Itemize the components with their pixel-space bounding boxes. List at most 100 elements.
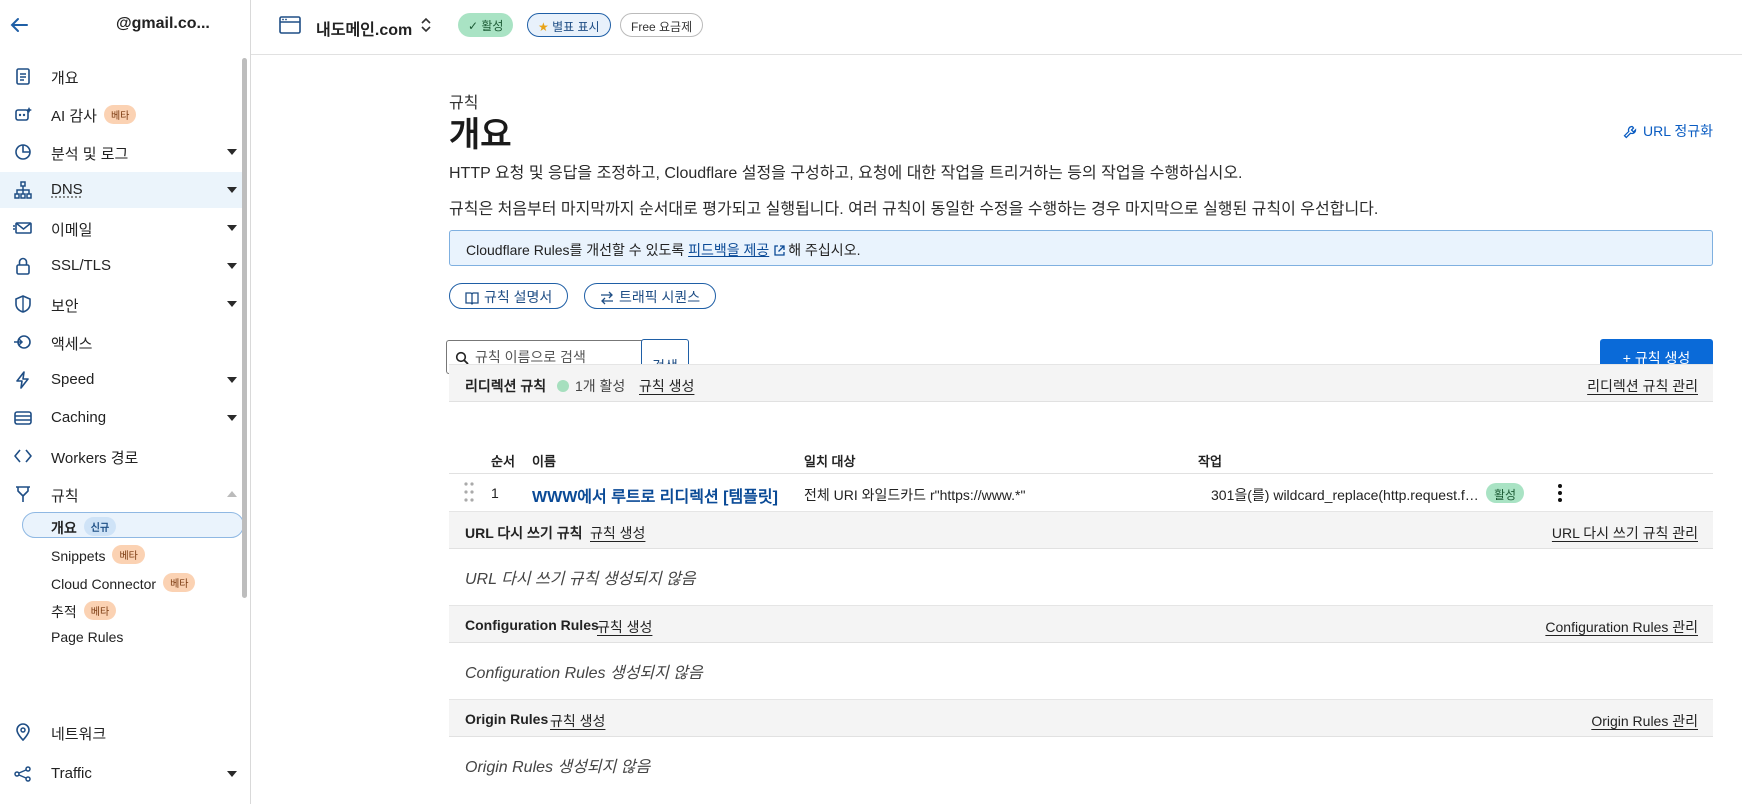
active-count-text: 1개 활성 [575, 378, 626, 394]
create-rule-link[interactable]: 규칙 생성 [590, 523, 645, 543]
traffic-icon [13, 764, 33, 784]
beta-badge: 베타 [83, 601, 117, 620]
sidebar-item-label: DNS [51, 181, 83, 198]
sidebar-item-analytics[interactable]: 분석 및 로그 [0, 134, 243, 170]
swap-icon [601, 291, 613, 305]
rules-sub-tracking[interactable]: 추적 베타 [22, 596, 244, 622]
drag-handle-icon[interactable] [463, 481, 475, 503]
chevron-up-icon [227, 491, 237, 497]
description-1: HTTP 요청 및 응답을 조정하고, Cloudflare 설정을 구성하고,… [449, 165, 1243, 182]
rule-name-link[interactable]: WWW에서 루트로 리디렉션 [템플릿] [532, 483, 778, 507]
table-row[interactable]: 1 WWW에서 루트로 리디렉션 [템플릿] 전체 URI 와일드카드 r"ht… [449, 475, 1713, 511]
configuration-rules-header: Configuration Rules 규칙 생성 Configuration … [449, 605, 1713, 643]
chevron-up-down-icon[interactable] [419, 15, 433, 35]
redirect-rules-header: 리디렉션 규칙 1개 활성 규칙 생성 리디렉션 규칙 관리 [449, 364, 1713, 402]
feedback-text: Cloudflare Rules를 개선할 수 있도록 [466, 242, 689, 258]
sub-item-label: Snippets [51, 548, 106, 564]
sub-item-label: 개요 [51, 520, 77, 536]
browser-window-icon [279, 15, 301, 35]
sidebar-item-speed[interactable]: Speed [0, 362, 243, 398]
chevron-down-icon [227, 301, 237, 307]
rules-sub-cloud-connector[interactable]: Cloud Connector 베타 [22, 568, 244, 594]
rules-sub-page-rules[interactable]: Page Rules [22, 624, 244, 650]
empty-message: Origin Rules 생성되지 않음 [465, 759, 651, 776]
database-icon [13, 408, 33, 428]
sidebar-item-caching[interactable]: Caching [0, 400, 243, 436]
col-order: 순서 [491, 454, 515, 469]
col-action: 작업 [1198, 454, 1222, 469]
chart-pie-icon [13, 142, 33, 162]
star-label: 별표 표시 [552, 20, 600, 34]
chevron-down-icon [227, 263, 237, 269]
sidebar-item-rules[interactable]: 규칙 [0, 476, 243, 512]
sidebar-item-workers-routes[interactable]: Workers 경로 [0, 438, 243, 474]
sidebar-item-dns[interactable]: DNS [0, 172, 243, 208]
sidebar-item-ai-audit[interactable]: AI 감사 베타 [0, 96, 243, 132]
code-brackets-icon [13, 446, 33, 466]
plan-badge[interactable]: Free 요금제 [620, 13, 704, 37]
domain-name[interactable]: 내도메인.com [316, 16, 412, 40]
origin-rules-header: Origin Rules 규칙 생성 Origin Rules 관리 [449, 699, 1713, 737]
chevron-down-icon [227, 187, 237, 193]
traffic-sequence-label: 트래픽 시퀀스 [619, 289, 701, 305]
create-rule-link[interactable]: 규칙 생성 [597, 617, 652, 637]
url-normalization-link[interactable]: URL 정규화 [1623, 121, 1713, 141]
sidebar-item-label: Speed [51, 371, 95, 388]
sidebar-item-traffic[interactable]: Traffic [0, 756, 243, 792]
account-name[interactable]: @gmail.co... [116, 15, 210, 33]
main-content: 규칙 개요 URL 정규화 HTTP 요청 및 응답을 조정하고, Cloudf… [446, 55, 1713, 804]
feedback-banner: Cloudflare Rules를 개선할 수 있도록 피드백을 제공 해 주십시… [449, 230, 1713, 266]
chevron-down-icon [227, 415, 237, 421]
beta-badge: 베타 [112, 545, 145, 564]
sidebar-item-overview[interactable]: 개요 [0, 58, 243, 94]
manage-link[interactable]: URL 다시 쓰기 규칙 관리 [1552, 523, 1698, 543]
traffic-sequence-button[interactable]: 트래픽 시퀀스 [584, 283, 717, 309]
search-icon [455, 351, 469, 365]
chevron-down-icon [227, 771, 237, 777]
create-rule-link[interactable]: 규칙 생성 [550, 711, 605, 731]
bot-icon [13, 104, 33, 124]
create-rule-link[interactable]: 규칙 생성 [639, 376, 694, 396]
shield-icon [13, 294, 33, 314]
star-button[interactable]: ★ 별표 표시 [527, 13, 611, 37]
location-pin-icon [13, 722, 33, 742]
status-text: 활성 [481, 19, 504, 33]
status-badge: ✓ 활성 [458, 13, 514, 37]
rules-docs-label: 규칙 설명서 [484, 289, 553, 305]
sidebar-item-label: 보안 [51, 298, 79, 315]
more-options-icon[interactable] [1551, 482, 1569, 504]
sidebar: @gmail.co... 개요 AI 감사 베타 분석 및 로그 DNS 이메일 … [0, 0, 251, 804]
sidebar-item-security[interactable]: 보안 [0, 286, 243, 322]
url-normalization-label: URL 정규화 [1642, 123, 1713, 139]
manage-link[interactable]: 리디렉션 규칙 관리 [1587, 376, 1698, 396]
sidebar-item-ssl-tls[interactable]: SSL/TLS [0, 248, 243, 284]
star-icon: ★ [538, 20, 553, 34]
chevron-down-icon [227, 377, 237, 383]
manage-link[interactable]: Configuration Rules 관리 [1545, 617, 1698, 637]
active-count: 1개 활성 [557, 376, 625, 396]
sidebar-item-email[interactable]: 이메일 [0, 210, 243, 246]
sidebar-item-label: Caching [51, 409, 107, 426]
table-header: 순서 이름 일치 대상 작업 [449, 442, 1713, 474]
manage-link[interactable]: Origin Rules 관리 [1591, 711, 1698, 731]
sidebar-item-network[interactable]: 네트워크 [0, 714, 243, 750]
back-arrow-icon[interactable] [8, 14, 30, 36]
empty-message: URL 다시 쓰기 규칙 생성되지 않음 [465, 571, 696, 588]
sidebar-item-label: SSL/TLS [51, 257, 112, 274]
sidebar-scrollbar[interactable] [242, 58, 247, 598]
sidebar-item-access[interactable]: 액세스 [0, 324, 243, 360]
page-title: 개요 [449, 116, 512, 154]
rules-sub-snippets[interactable]: Snippets 베타 [22, 540, 244, 566]
sidebar-item-label: 분석 및 로그 [51, 146, 129, 163]
funnel-icon [13, 484, 33, 504]
external-link-icon [774, 245, 785, 256]
rule-order: 1 [491, 485, 499, 501]
rules-docs-button[interactable]: 규칙 설명서 [449, 283, 569, 309]
empty-message: Configuration Rules 생성되지 않음 [465, 665, 703, 682]
rules-sub-overview[interactable]: 개요 신규 [22, 512, 244, 538]
feedback-link[interactable]: 피드백을 제공 [688, 242, 769, 258]
sidebar-item-label: AI 감사 [51, 108, 97, 125]
section-title: Origin Rules [465, 711, 549, 727]
sidebar-item-label: Traffic [51, 765, 92, 782]
rule-match: 전체 URI 와일드카드 r"https://www.*" [804, 487, 1026, 503]
